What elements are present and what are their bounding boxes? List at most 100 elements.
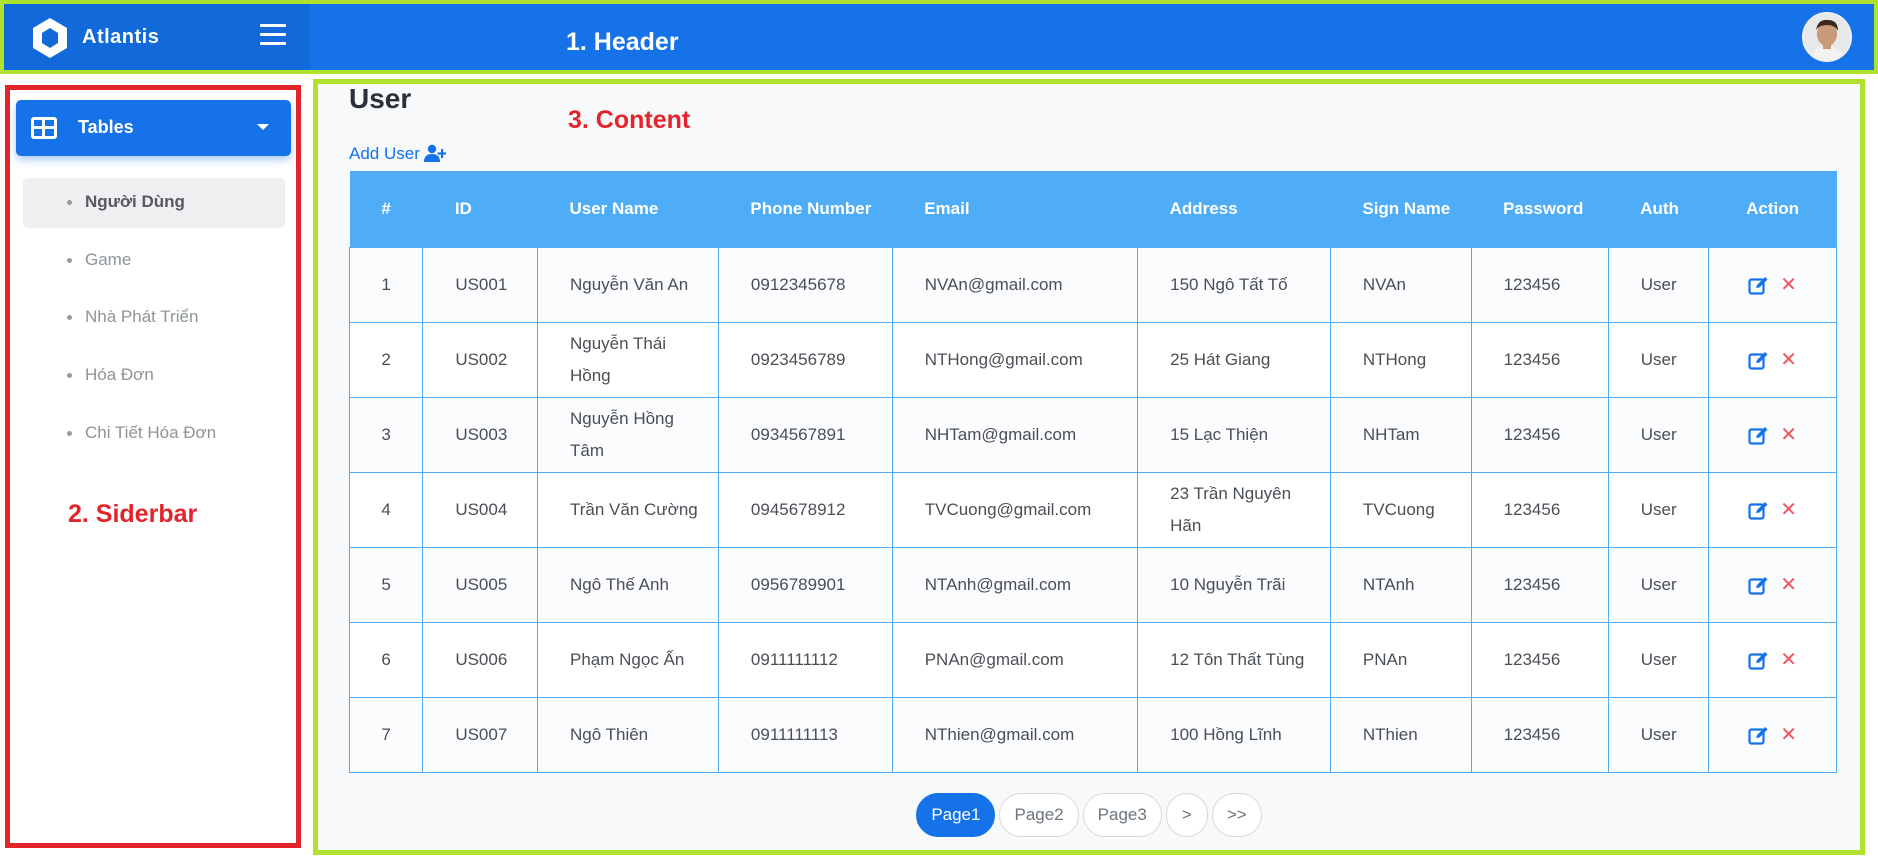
user-plus-icon — [423, 144, 447, 162]
table-row: 3 US003 Nguyễn Hồng Tâm 0934567891 NHTam@gma… — [348, 396, 1837, 473]
column-header: Action — [1708, 171, 1837, 247]
table-cell: User — [1607, 396, 1710, 473]
edit-icon[interactable] — [1748, 575, 1768, 595]
bullet-icon — [67, 315, 72, 321]
table-cell: 1 — [348, 246, 424, 323]
table-cell: 100 Hồng Lĩnh — [1137, 696, 1331, 773]
pagination: Page1 Page2 Page3 > >> — [318, 793, 1860, 837]
table-cell: User — [1607, 471, 1710, 548]
table-cell: 15 Lạc Thiện — [1137, 396, 1331, 473]
table-cell: 4 — [348, 471, 424, 548]
table-cell: 123456 — [1470, 396, 1609, 473]
add-user-button[interactable]: Add User — [349, 144, 447, 164]
edit-icon[interactable] — [1748, 425, 1768, 445]
tables-menu-label: Tables — [78, 117, 134, 137]
table-cell: 0956789901 — [717, 546, 893, 623]
edit-icon[interactable] — [1748, 725, 1768, 745]
table-cell: Phạm Ngọc Ấn — [537, 621, 719, 698]
column-header: Password — [1471, 171, 1609, 247]
action-cell: ✕ — [1708, 546, 1837, 623]
table-cell: Ngô Thế Anh — [537, 546, 719, 623]
action-cell: ✕ — [1708, 396, 1837, 473]
sidebar-item-5[interactable]: Chi Tiết Hóa Đơn — [23, 409, 285, 459]
action-cell: ✕ — [1708, 246, 1837, 323]
column-header: Email — [892, 171, 1138, 247]
table-cell: 0911111112 — [717, 621, 893, 698]
table-cell: User — [1607, 246, 1710, 323]
tables-menu-button[interactable]: Tables — [16, 100, 291, 156]
close-icon[interactable]: ✕ — [1780, 344, 1797, 376]
table-cell: 0923456789 — [717, 321, 893, 398]
edit-icon[interactable] — [1748, 350, 1768, 370]
table-cell: US007 — [422, 696, 538, 773]
bullet-icon — [67, 257, 72, 263]
table-cell: 123456 — [1470, 696, 1609, 773]
brand-area: Atlantis — [4, 4, 310, 70]
page-button-1[interactable]: Page1 — [916, 793, 996, 837]
page-button-5[interactable]: >> — [1211, 793, 1262, 837]
sidebar-item-1[interactable]: Người Dùng — [23, 178, 285, 228]
page-title: User — [349, 83, 412, 114]
table-cell: NTAnh@gmail.com — [891, 546, 1139, 623]
edit-icon[interactable] — [1748, 650, 1768, 670]
close-icon[interactable]: ✕ — [1780, 269, 1797, 301]
table-row: 6 US006 Phạm Ngọc Ấn 0911111112 PNAn@gmail.c… — [348, 621, 1837, 698]
close-icon[interactable]: ✕ — [1780, 719, 1797, 751]
table-header-row: # ID User Name Phone Number Email Address Sign… — [349, 171, 1837, 247]
close-icon[interactable]: ✕ — [1780, 569, 1797, 601]
column-header: Phone Number — [718, 171, 893, 247]
brand-name: Atlantis — [82, 26, 160, 48]
bullet-icon — [67, 200, 72, 205]
table-cell: 0911111113 — [717, 696, 893, 773]
table-cell: Nguyễn Văn An — [537, 246, 719, 323]
table-cell: NThien — [1329, 696, 1472, 773]
page-button-2[interactable]: Page2 — [999, 793, 1079, 837]
table-row: 7 US007 Ngô Thiên 0911111113 NThien@gmail.co… — [348, 696, 1837, 773]
edit-icon[interactable] — [1748, 500, 1768, 520]
sidebar: Tables Người Dùng Game Nhà Phát Triển Hóa Đ… — [5, 85, 301, 848]
table-row: 4 US004 Trần Văn Cường 0945678912 TVCuong@gm… — [348, 471, 1837, 548]
table-cell: US001 — [422, 246, 538, 323]
column-header: Address — [1137, 171, 1331, 247]
table-cell: 0945678912 — [717, 471, 893, 548]
table-cell: NTHong@gmail.com — [891, 321, 1139, 398]
column-header: Auth — [1608, 171, 1709, 247]
header: Atlantis 1. Header — [0, 0, 1878, 74]
table-cell: Trần Văn Cường — [537, 471, 719, 548]
table-cell: NThien@gmail.com — [891, 696, 1139, 773]
table-cell: US004 — [422, 471, 538, 548]
sidebar-item-3[interactable]: Nhà Phát Triển — [23, 293, 285, 343]
sidebar-item-label: Hóa Đơn — [85, 365, 154, 385]
table-cell: 5 — [348, 546, 424, 623]
column-header: # — [349, 171, 423, 247]
close-icon[interactable]: ✕ — [1780, 419, 1797, 451]
table-cell: 123456 — [1470, 321, 1609, 398]
page-button-3[interactable]: Page3 — [1082, 793, 1162, 837]
page-button-4[interactable]: > — [1165, 793, 1208, 837]
close-icon[interactable]: ✕ — [1780, 644, 1797, 676]
menu-toggle-icon[interactable] — [260, 24, 286, 46]
table-cell: 12 Tôn Thất Tùng — [1137, 621, 1331, 698]
close-icon[interactable]: ✕ — [1780, 494, 1797, 526]
users-table: # ID User Name Phone Number Email Address Sign… — [348, 171, 1837, 773]
table-cell: 7 — [348, 696, 424, 773]
table-body: 1 US001 Nguyễn Văn An 0912345678 NVAn@gmail.… — [348, 246, 1837, 773]
table-cell: US006 — [422, 621, 538, 698]
sidebar-item-4[interactable]: Hóa Đơn — [23, 351, 285, 401]
sidebar-item-2[interactable]: Game — [23, 236, 285, 286]
user-avatar-icon — [1804, 14, 1850, 60]
column-header: ID — [422, 171, 538, 247]
action-cell: ✕ — [1708, 321, 1837, 398]
table-cell: User — [1607, 321, 1710, 398]
table-cell: 25 Hát Giang — [1137, 321, 1331, 398]
sidebar-item-label: Nhà Phát Triển — [85, 307, 199, 327]
table-cell: User — [1607, 546, 1710, 623]
action-cell: ✕ — [1708, 696, 1837, 773]
table-cell: US003 — [422, 396, 538, 473]
table-cell: 0912345678 — [717, 246, 893, 323]
table-cell: NHTam — [1329, 396, 1472, 473]
bullet-icon — [67, 373, 72, 379]
sidebar-annotation: 2. Siderbar — [68, 500, 198, 528]
edit-icon[interactable] — [1748, 275, 1768, 295]
avatar[interactable] — [1802, 12, 1852, 62]
